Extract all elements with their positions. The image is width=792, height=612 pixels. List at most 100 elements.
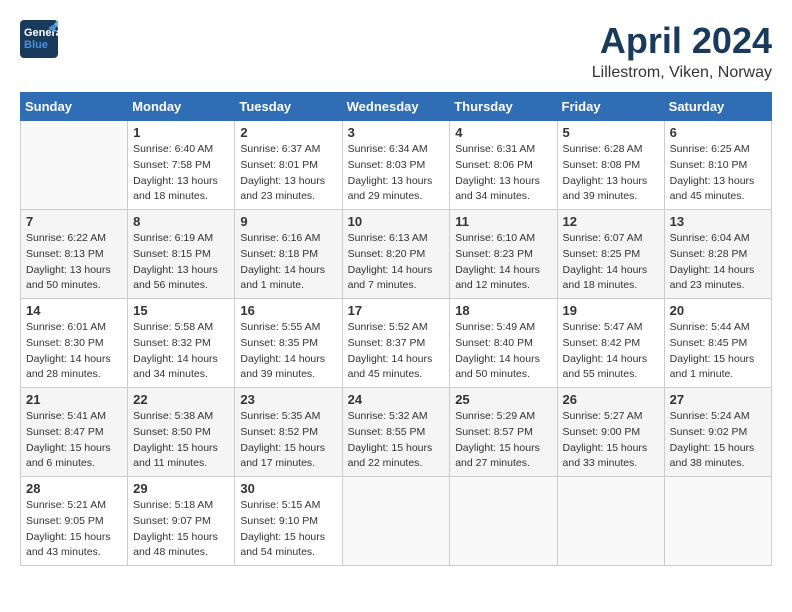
calendar-cell: 14 Sunrise: 6:01 AMSunset: 8:30 PMDayligh… (21, 299, 128, 388)
day-info: Sunrise: 6:28 AMSunset: 8:08 PMDaylight:… (563, 142, 659, 205)
day-number: 12 (563, 214, 659, 229)
day-number: 27 (670, 392, 766, 407)
day-info: Sunrise: 5:27 AMSunset: 9:00 PMDaylight:… (563, 409, 659, 472)
day-info: Sunrise: 5:21 AMSunset: 9:05 PMDaylight:… (26, 498, 122, 561)
day-number: 21 (26, 392, 122, 407)
calendar-cell: 24 Sunrise: 5:32 AMSunset: 8:55 PMDayligh… (342, 388, 450, 477)
day-number: 23 (240, 392, 336, 407)
calendar-cell: 18 Sunrise: 5:49 AMSunset: 8:40 PMDayligh… (450, 299, 557, 388)
day-number: 25 (455, 392, 551, 407)
calendar-cell: 16Sunrise: 5:55 AMSunset: 8:35 PMDayligh… (235, 299, 342, 388)
day-number: 18 (455, 303, 551, 318)
day-info: Sunrise: 6:19 AMSunset: 8:15 PMDaylight:… (133, 231, 229, 294)
day-info: Sunrise: 5:15 AMSunset: 9:10 PMDaylight:… (240, 498, 336, 561)
day-info: Sunrise: 5:38 AMSunset: 8:50 PMDaylight:… (133, 409, 229, 472)
calendar-cell: 28 Sunrise: 5:21 AMSunset: 9:05 PMDayligh… (21, 477, 128, 566)
day-info: Sunrise: 5:41 AMSunset: 8:47 PMDaylight:… (26, 409, 122, 472)
day-info: Sunrise: 5:32 AMSunset: 8:55 PMDaylight:… (348, 409, 445, 472)
calendar-cell (557, 477, 664, 566)
calendar-header: SundayMondayTuesdayWednesdayThursdayFrid… (21, 93, 772, 121)
subtitle: Lillestrom, Viken, Norway (592, 64, 772, 82)
calendar-cell (21, 121, 128, 210)
main-title: April 2024 (592, 20, 772, 62)
day-info: Sunrise: 5:44 AMSunset: 8:45 PMDaylight:… (670, 320, 766, 383)
day-number: 30 (240, 481, 336, 496)
day-number: 5 (563, 125, 659, 140)
day-number: 19 (563, 303, 659, 318)
day-number: 14 (26, 303, 122, 318)
calendar-cell: 9Sunrise: 6:16 AMSunset: 8:18 PMDaylight… (235, 210, 342, 299)
day-info: Sunrise: 5:49 AMSunset: 8:40 PMDaylight:… (455, 320, 551, 383)
calendar-cell: 27Sunrise: 5:24 AMSunset: 9:02 PMDayligh… (664, 388, 771, 477)
calendar-cell: 4 Sunrise: 6:31 AMSunset: 8:06 PMDaylight… (450, 121, 557, 210)
day-info: Sunrise: 5:58 AMSunset: 8:32 PMDaylight:… (133, 320, 229, 383)
calendar-cell: 19 Sunrise: 5:47 AMSunset: 8:42 PMDayligh… (557, 299, 664, 388)
day-number: 6 (670, 125, 766, 140)
calendar-body: 1Sunrise: 6:40 AMSunset: 7:58 PMDaylight… (21, 121, 772, 566)
calendar-cell: 20 Sunrise: 5:44 AMSunset: 8:45 PMDayligh… (664, 299, 771, 388)
day-number: 17 (348, 303, 445, 318)
svg-text:Blue: Blue (24, 39, 48, 51)
day-info: Sunrise: 6:01 AMSunset: 8:30 PMDaylight:… (26, 320, 122, 383)
day-number: 28 (26, 481, 122, 496)
calendar-cell (450, 477, 557, 566)
calendar-cell: 13Sunrise: 6:04 AMSunset: 8:28 PMDayligh… (664, 210, 771, 299)
calendar-cell: 10Sunrise: 6:13 AMSunset: 8:20 PMDayligh… (342, 210, 450, 299)
weekday-header-friday: Friday (557, 93, 664, 121)
calendar-cell: 21 Sunrise: 5:41 AMSunset: 8:47 PMDayligh… (21, 388, 128, 477)
page-header: General Blue April 2024 Lillestrom, Vike… (20, 20, 772, 82)
day-info: Sunrise: 6:34 AMSunset: 8:03 PMDaylight:… (348, 142, 445, 205)
logo: General Blue (20, 20, 58, 58)
day-number: 9 (240, 214, 336, 229)
day-number: 11 (455, 214, 551, 229)
day-info: Sunrise: 6:13 AMSunset: 8:20 PMDaylight:… (348, 231, 445, 294)
weekday-header-saturday: Saturday (664, 93, 771, 121)
calendar-week-2: 7 Sunrise: 6:22 AMSunset: 8:13 PMDaylight… (21, 210, 772, 299)
calendar-cell: 8 Sunrise: 6:19 AMSunset: 8:15 PMDaylight… (128, 210, 235, 299)
day-number: 7 (26, 214, 122, 229)
calendar-cell: 11Sunrise: 6:10 AMSunset: 8:23 PMDayligh… (450, 210, 557, 299)
calendar-cell: 3 Sunrise: 6:34 AMSunset: 8:03 PMDaylight… (342, 121, 450, 210)
day-number: 29 (133, 481, 229, 496)
day-number: 8 (133, 214, 229, 229)
logo-icon: General Blue (20, 20, 58, 58)
calendar-cell: 25 Sunrise: 5:29 AMSunset: 8:57 PMDayligh… (450, 388, 557, 477)
day-info: Sunrise: 6:25 AMSunset: 8:10 PMDaylight:… (670, 142, 766, 205)
day-number: 20 (670, 303, 766, 318)
calendar-cell (342, 477, 450, 566)
calendar-week-5: 28 Sunrise: 5:21 AMSunset: 9:05 PMDayligh… (21, 477, 772, 566)
day-info: Sunrise: 5:47 AMSunset: 8:42 PMDaylight:… (563, 320, 659, 383)
day-number: 22 (133, 392, 229, 407)
title-block: April 2024 Lillestrom, Viken, Norway (592, 20, 772, 82)
weekday-header-monday: Monday (128, 93, 235, 121)
day-number: 3 (348, 125, 445, 140)
weekday-header-wednesday: Wednesday (342, 93, 450, 121)
day-info: Sunrise: 5:18 AMSunset: 9:07 PMDaylight:… (133, 498, 229, 561)
header-row: SundayMondayTuesdayWednesdayThursdayFrid… (21, 93, 772, 121)
calendar-week-4: 21 Sunrise: 5:41 AMSunset: 8:47 PMDayligh… (21, 388, 772, 477)
day-number: 26 (563, 392, 659, 407)
day-number: 2 (240, 125, 336, 140)
weekday-header-thursday: Thursday (450, 93, 557, 121)
day-number: 4 (455, 125, 551, 140)
day-number: 16 (240, 303, 336, 318)
calendar-cell: 17 Sunrise: 5:52 AMSunset: 8:37 PMDayligh… (342, 299, 450, 388)
day-number: 24 (348, 392, 445, 407)
calendar-cell: 15Sunrise: 5:58 AMSunset: 8:32 PMDayligh… (128, 299, 235, 388)
weekday-header-sunday: Sunday (21, 93, 128, 121)
day-info: Sunrise: 5:29 AMSunset: 8:57 PMDaylight:… (455, 409, 551, 472)
day-info: Sunrise: 5:52 AMSunset: 8:37 PMDaylight:… (348, 320, 445, 383)
calendar-cell: 1Sunrise: 6:40 AMSunset: 7:58 PMDaylight… (128, 121, 235, 210)
calendar-cell: 26 Sunrise: 5:27 AMSunset: 9:00 PMDayligh… (557, 388, 664, 477)
calendar-cell (664, 477, 771, 566)
calendar-cell: 7 Sunrise: 6:22 AMSunset: 8:13 PMDaylight… (21, 210, 128, 299)
day-info: Sunrise: 6:31 AMSunset: 8:06 PMDaylight:… (455, 142, 551, 205)
calendar-cell: 22 Sunrise: 5:38 AMSunset: 8:50 PMDayligh… (128, 388, 235, 477)
day-info: Sunrise: 6:37 AMSunset: 8:01 PMDaylight:… (240, 142, 336, 205)
day-info: Sunrise: 6:40 AMSunset: 7:58 PMDaylight:… (133, 142, 229, 205)
day-info: Sunrise: 6:22 AMSunset: 8:13 PMDaylight:… (26, 231, 122, 294)
calendar-cell: 5 Sunrise: 6:28 AMSunset: 8:08 PMDaylight… (557, 121, 664, 210)
day-info: Sunrise: 6:07 AMSunset: 8:25 PMDaylight:… (563, 231, 659, 294)
calendar-cell: 2 Sunrise: 6:37 AMSunset: 8:01 PMDaylight… (235, 121, 342, 210)
calendar-week-1: 1Sunrise: 6:40 AMSunset: 7:58 PMDaylight… (21, 121, 772, 210)
